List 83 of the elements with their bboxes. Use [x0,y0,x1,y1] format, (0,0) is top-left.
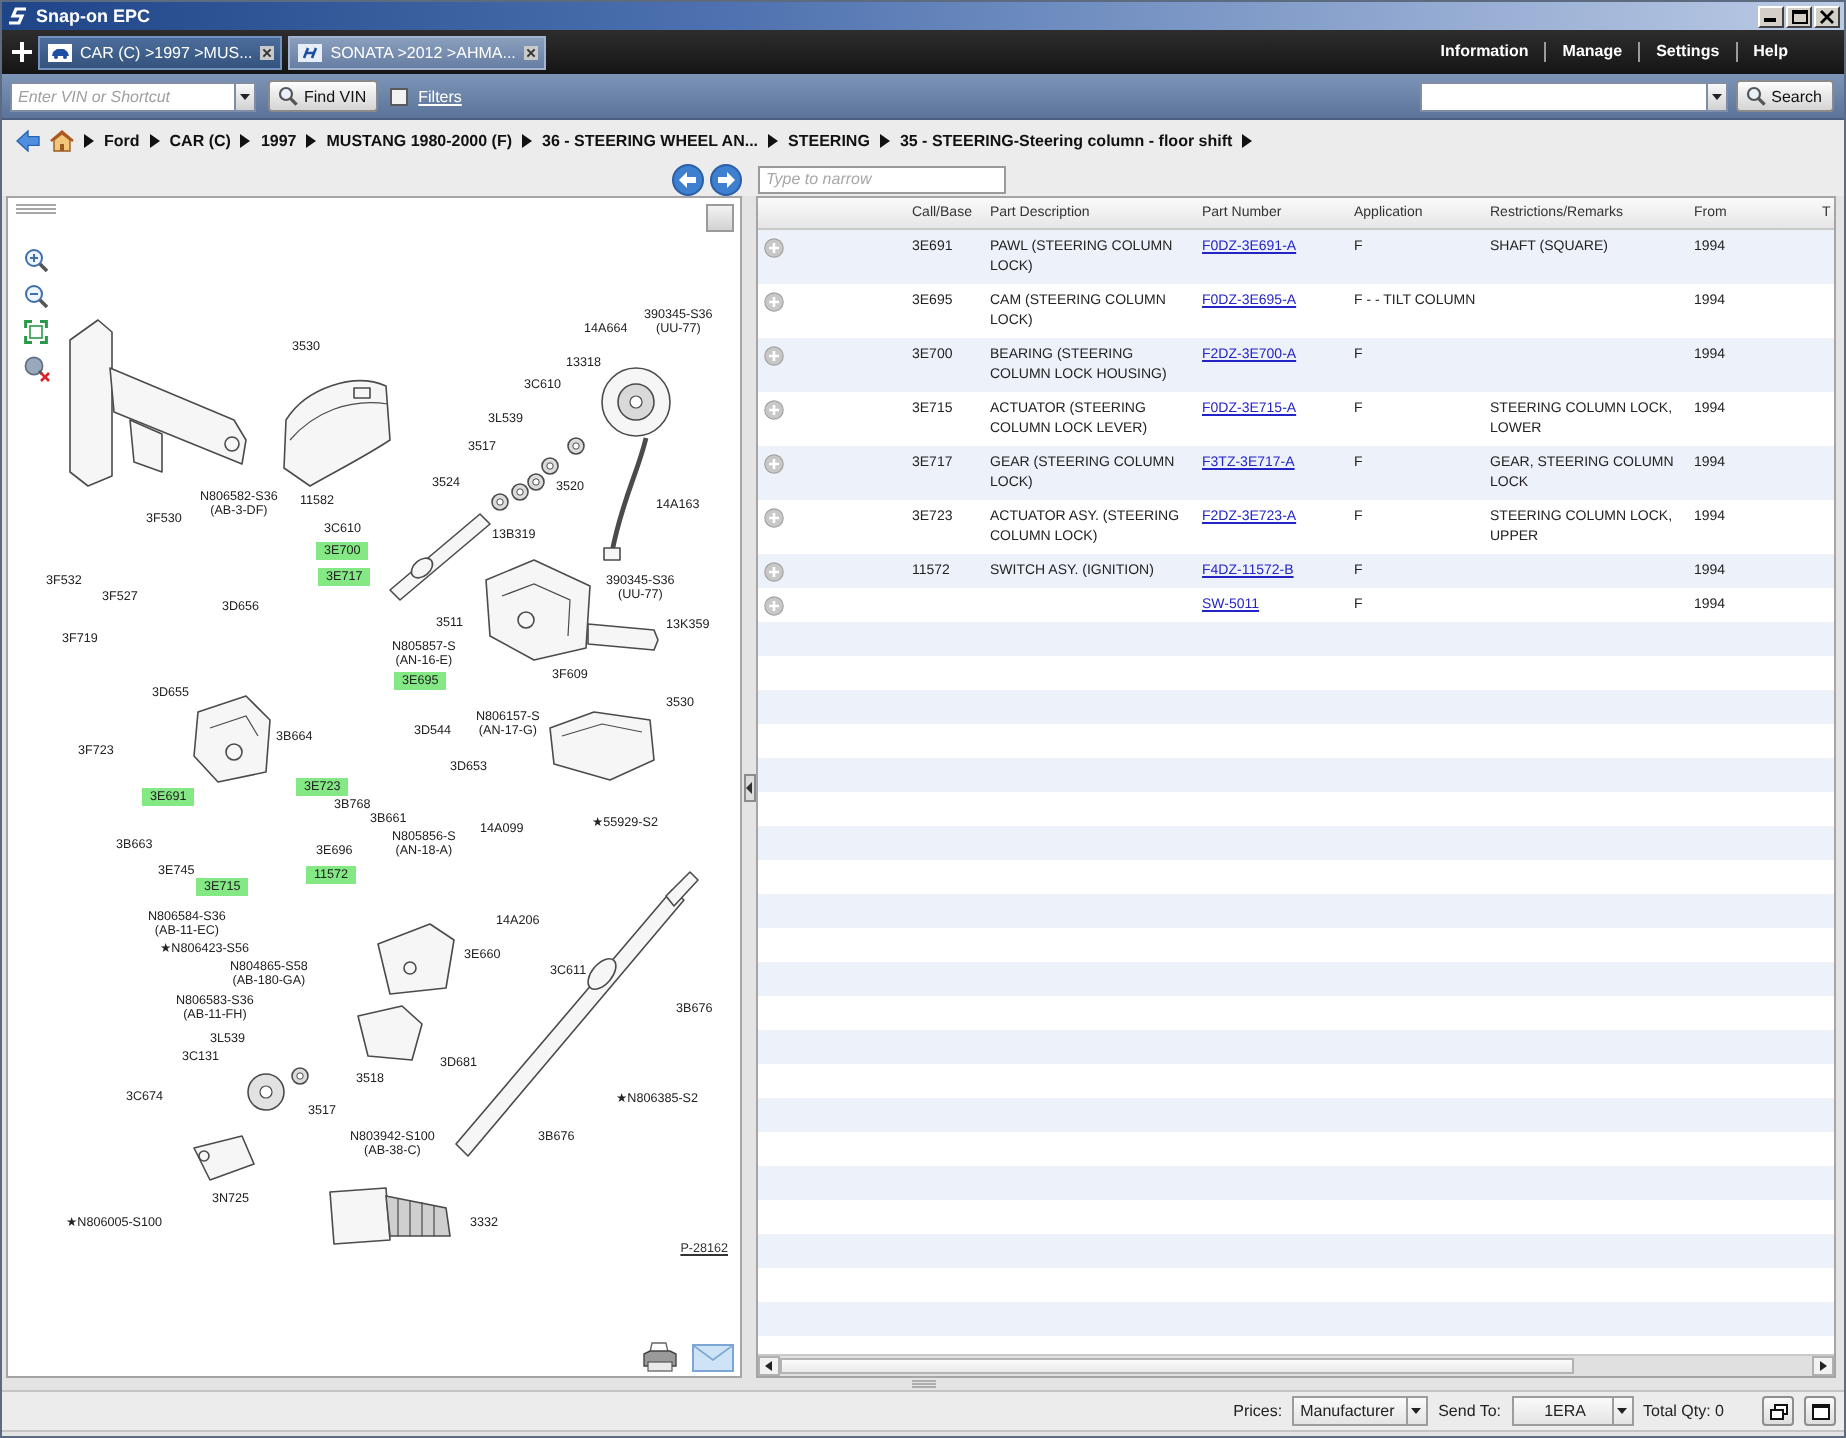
close-icon [1820,9,1834,23]
menu-link[interactable]: Help [1735,42,1804,62]
send-to-label: Send To: [1438,1402,1502,1420]
caret-down-icon [1406,1398,1427,1424]
scrollbar-thumb[interactable] [780,1358,1575,1374]
prices-dropdown[interactable]: Manufacturer [1292,1396,1429,1426]
breadcrumb-link[interactable]: STEERING [788,132,870,150]
car-icon [48,44,72,62]
triangle-left-icon [746,781,752,793]
clamp-drawing [193,1135,255,1181]
arrow-left-icon[interactable] [758,1356,780,1376]
triangle-right-icon [240,134,251,148]
mounting-plate-drawing [377,923,455,995]
prices-label: Prices: [1233,1402,1283,1420]
logo-icon [8,6,28,26]
shroud-drawing [283,380,391,487]
cascade-windows-icon [1769,1403,1787,1419]
splitter-handle[interactable] [911,1380,935,1388]
window-title: Snap-on EPC [36,6,151,26]
lock-housing-drawing [193,695,271,783]
search-button[interactable]: Search [1735,80,1834,112]
close-icon[interactable] [260,46,275,60]
cascade-button[interactable] [1762,1396,1794,1426]
maximize-panel-button[interactable] [1804,1396,1836,1426]
zoom-in-icon[interactable] [24,248,48,272]
narrow-field[interactable]: Type to narrow [758,165,1006,193]
collapse-button[interactable] [743,773,755,801]
circle-arrow-right-icon[interactable] [710,163,742,195]
lower-shroud-drawing [549,711,655,781]
arrow-right-icon[interactable] [1812,1356,1834,1376]
boot-drawing [329,1187,451,1245]
menu-link[interactable]: Information [1424,42,1545,62]
breadcrumb-link[interactable]: 36 - STEERING WHEEL AN... [542,132,759,150]
clockspring-drawing [601,367,671,437]
tab[interactable]: CAR (C) >1997 >MUS... [38,36,283,70]
triangle-right-icon [1242,134,1253,148]
triangle-right-icon [149,134,160,148]
filters-link[interactable]: Filters [418,87,462,105]
window-icon [1811,1403,1829,1419]
triangle-right-icon [768,134,779,148]
find-vin-button[interactable]: Find VIN [268,80,379,112]
triangle-right-icon [522,134,533,148]
wiring-harness-drawing [603,437,649,561]
breadcrumb-link[interactable]: MUSTANG 1980-2000 (F) [326,132,513,150]
search-icon [278,86,298,106]
switch-drawing [485,559,591,661]
printer-icon[interactable] [642,1342,678,1372]
plus-icon[interactable] [12,42,32,62]
home-icon[interactable] [50,130,74,152]
triangle-right-icon [84,134,94,148]
send-to-dropdown[interactable]: 1ERA [1511,1396,1634,1426]
ring-drawing [291,1067,309,1085]
maximize-icon [1791,9,1807,23]
housing-block-drawing [357,1005,423,1061]
minimize-button[interactable] [1758,5,1784,27]
horizontal-scrollbar[interactable] [758,1354,1834,1376]
fit-to-window-icon[interactable] [24,320,48,344]
caret-down-icon [1611,1398,1632,1424]
breadcrumb-link[interactable]: 1997 [260,132,297,150]
menu-link[interactable]: Manage [1544,42,1639,62]
menu-link[interactable]: Settings [1638,42,1736,62]
zoom-out-icon[interactable] [24,284,48,308]
magnifier-cross-icon[interactable] [23,356,49,382]
triangle-right-icon [879,134,890,148]
lever-drawing [587,623,659,651]
breadcrumb-link[interactable]: Ford [104,132,140,150]
gear-drawing [247,1073,285,1111]
drag-handle-icon[interactable] [16,204,56,216]
logo-icon [298,44,323,62]
filters-checkbox[interactable] [390,87,409,105]
toggle-button[interactable] [706,204,734,232]
breadcrumb-link[interactable]: 35 - STEERING-Steering column - floor shift [899,132,1233,150]
maximize-button[interactable] [1786,5,1812,27]
close-button[interactable] [1814,5,1840,27]
shaft-drawing [389,513,491,601]
search-field[interactable] [1419,81,1706,111]
total-quantity: Total Qty: 0 [1643,1402,1724,1420]
triangle-right-icon [306,134,317,148]
breadcrumb-link[interactable]: CAR (C) [169,132,231,150]
close-icon[interactable] [523,46,538,60]
circle-arrow-left-icon[interactable] [672,163,704,195]
search-icon [1745,86,1766,106]
vin-field[interactable]: Enter VIN or Shortcut [10,81,234,111]
